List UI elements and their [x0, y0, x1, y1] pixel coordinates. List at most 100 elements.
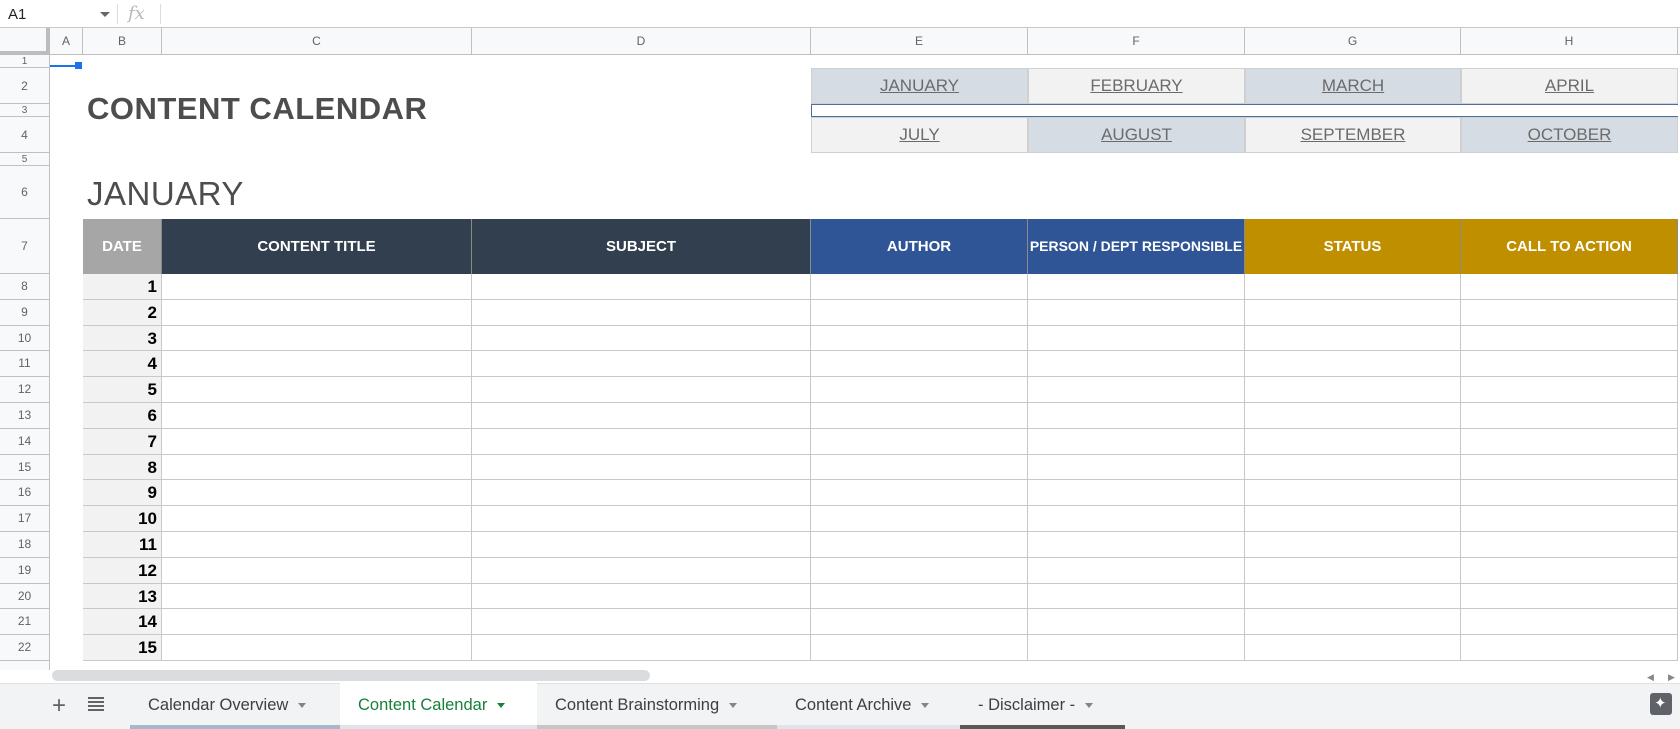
name-box-dropdown-icon[interactable] [100, 12, 110, 17]
column-header-b[interactable]: B [83, 28, 162, 55]
table-cell[interactable] [1245, 351, 1461, 377]
table-cell[interactable] [162, 584, 472, 610]
row-header[interactable]: 22 [0, 635, 49, 661]
table-cell[interactable] [162, 326, 472, 352]
column-header-f[interactable]: F [1028, 28, 1245, 55]
sheet-tab-calendar-overview[interactable]: Calendar Overview [130, 683, 340, 729]
table-cell[interactable] [1028, 351, 1245, 377]
row-header[interactable]: 3 [0, 104, 49, 117]
name-box[interactable]: A1 [0, 0, 115, 28]
row-header[interactable]: 14 [0, 429, 49, 455]
date-cell[interactable]: 7 [83, 429, 162, 455]
month-link-april[interactable]: APRIL [1461, 68, 1678, 104]
row-header[interactable]: 7 [0, 219, 49, 274]
table-cell[interactable] [1028, 429, 1245, 455]
header-status[interactable]: STATUS [1245, 219, 1461, 274]
table-cell[interactable] [162, 635, 472, 661]
table-cell[interactable] [472, 609, 811, 635]
table-cell[interactable] [1245, 403, 1461, 429]
date-cell[interactable]: 1 [83, 274, 162, 300]
column-header-g[interactable]: G [1245, 28, 1461, 55]
table-cell[interactable] [1461, 584, 1678, 610]
row-header[interactable]: 19 [0, 558, 49, 584]
tab-menu-caret-icon[interactable] [1085, 703, 1093, 708]
table-cell[interactable] [1028, 558, 1245, 584]
header-author[interactable]: AUTHOR [811, 219, 1028, 274]
table-cell[interactable] [162, 558, 472, 584]
date-cell[interactable]: 2 [83, 300, 162, 326]
row-header[interactable]: 11 [0, 351, 49, 377]
date-cell[interactable]: 5 [83, 377, 162, 403]
table-cell[interactable] [1028, 609, 1245, 635]
table-cell[interactable] [811, 351, 1028, 377]
row-header[interactable]: 12 [0, 377, 49, 403]
row-header[interactable]: 1 [0, 55, 49, 68]
scroll-right-icon[interactable]: ▶ [1668, 672, 1675, 683]
formula-input[interactable] [168, 2, 1668, 26]
month-link-march[interactable]: MARCH [1245, 68, 1461, 104]
date-cell[interactable]: 11 [83, 532, 162, 558]
header-subject[interactable]: SUBJECT [472, 219, 811, 274]
month-link-july[interactable]: JULY [811, 117, 1028, 153]
tab-menu-caret-icon[interactable] [298, 703, 306, 708]
select-all-corner[interactable] [0, 28, 50, 55]
explore-icon[interactable] [1650, 693, 1672, 715]
table-cell[interactable] [472, 532, 811, 558]
sheet-tab-content-brainstorming[interactable]: Content Brainstorming [537, 683, 777, 729]
column-header-a[interactable]: A [50, 28, 83, 55]
sheet-tab-content-calendar[interactable]: Content Calendar [340, 683, 537, 729]
table-cell[interactable] [162, 532, 472, 558]
table-cell[interactable] [1245, 609, 1461, 635]
table-cell[interactable] [1028, 584, 1245, 610]
date-cell[interactable]: 15 [83, 635, 162, 661]
table-cell[interactable] [162, 609, 472, 635]
table-cell[interactable] [472, 377, 811, 403]
row-header[interactable]: 21 [0, 609, 49, 635]
all-sheets-list-icon[interactable] [88, 697, 104, 711]
header-person-dept-responsible[interactable]: PERSON / DEPT RESPONSIBLE [1028, 219, 1245, 274]
table-cell[interactable] [472, 429, 811, 455]
table-cell[interactable] [811, 609, 1028, 635]
table-cell[interactable] [1461, 403, 1678, 429]
table-cell[interactable] [162, 274, 472, 300]
table-cell[interactable] [1461, 609, 1678, 635]
row-header[interactable]: 17 [0, 506, 49, 532]
tab-menu-caret-icon[interactable] [729, 703, 737, 708]
row-header[interactable]: 16 [0, 480, 49, 506]
table-cell[interactable] [1245, 558, 1461, 584]
table-cell[interactable] [162, 506, 472, 532]
row-header[interactable]: 15 [0, 455, 49, 481]
table-cell[interactable] [1245, 377, 1461, 403]
row-header[interactable]: 6 [0, 166, 49, 219]
table-cell[interactable] [472, 480, 811, 506]
row-header[interactable]: 20 [0, 584, 49, 610]
date-cell[interactable]: 14 [83, 609, 162, 635]
horizontal-scrollbar-thumb[interactable] [52, 670, 650, 681]
table-cell[interactable] [1461, 300, 1678, 326]
table-cell[interactable] [811, 532, 1028, 558]
row-header[interactable]: 5 [0, 153, 49, 166]
table-cell[interactable] [1245, 506, 1461, 532]
table-cell[interactable] [1028, 403, 1245, 429]
table-cell[interactable] [1028, 506, 1245, 532]
table-cell[interactable] [1461, 635, 1678, 661]
month-link-february[interactable]: FEBRUARY [1028, 68, 1245, 104]
table-cell[interactable] [1245, 455, 1461, 481]
table-cell[interactable] [811, 635, 1028, 661]
column-header-e[interactable]: E [811, 28, 1028, 55]
column-header-h[interactable]: H [1461, 28, 1678, 55]
column-header-c[interactable]: C [162, 28, 472, 55]
month-link-january[interactable]: JANUARY [811, 68, 1028, 104]
row-header[interactable]: 10 [0, 326, 49, 352]
table-cell[interactable] [1461, 377, 1678, 403]
table-cell[interactable] [472, 506, 811, 532]
table-cell[interactable] [162, 480, 472, 506]
table-cell[interactable] [1245, 274, 1461, 300]
table-cell[interactable] [811, 274, 1028, 300]
table-cell[interactable] [1461, 429, 1678, 455]
table-cell[interactable] [162, 300, 472, 326]
table-cell[interactable] [811, 429, 1028, 455]
table-cell[interactable] [472, 274, 811, 300]
header-content-title[interactable]: CONTENT TITLE [162, 219, 472, 274]
table-cell[interactable] [1245, 300, 1461, 326]
